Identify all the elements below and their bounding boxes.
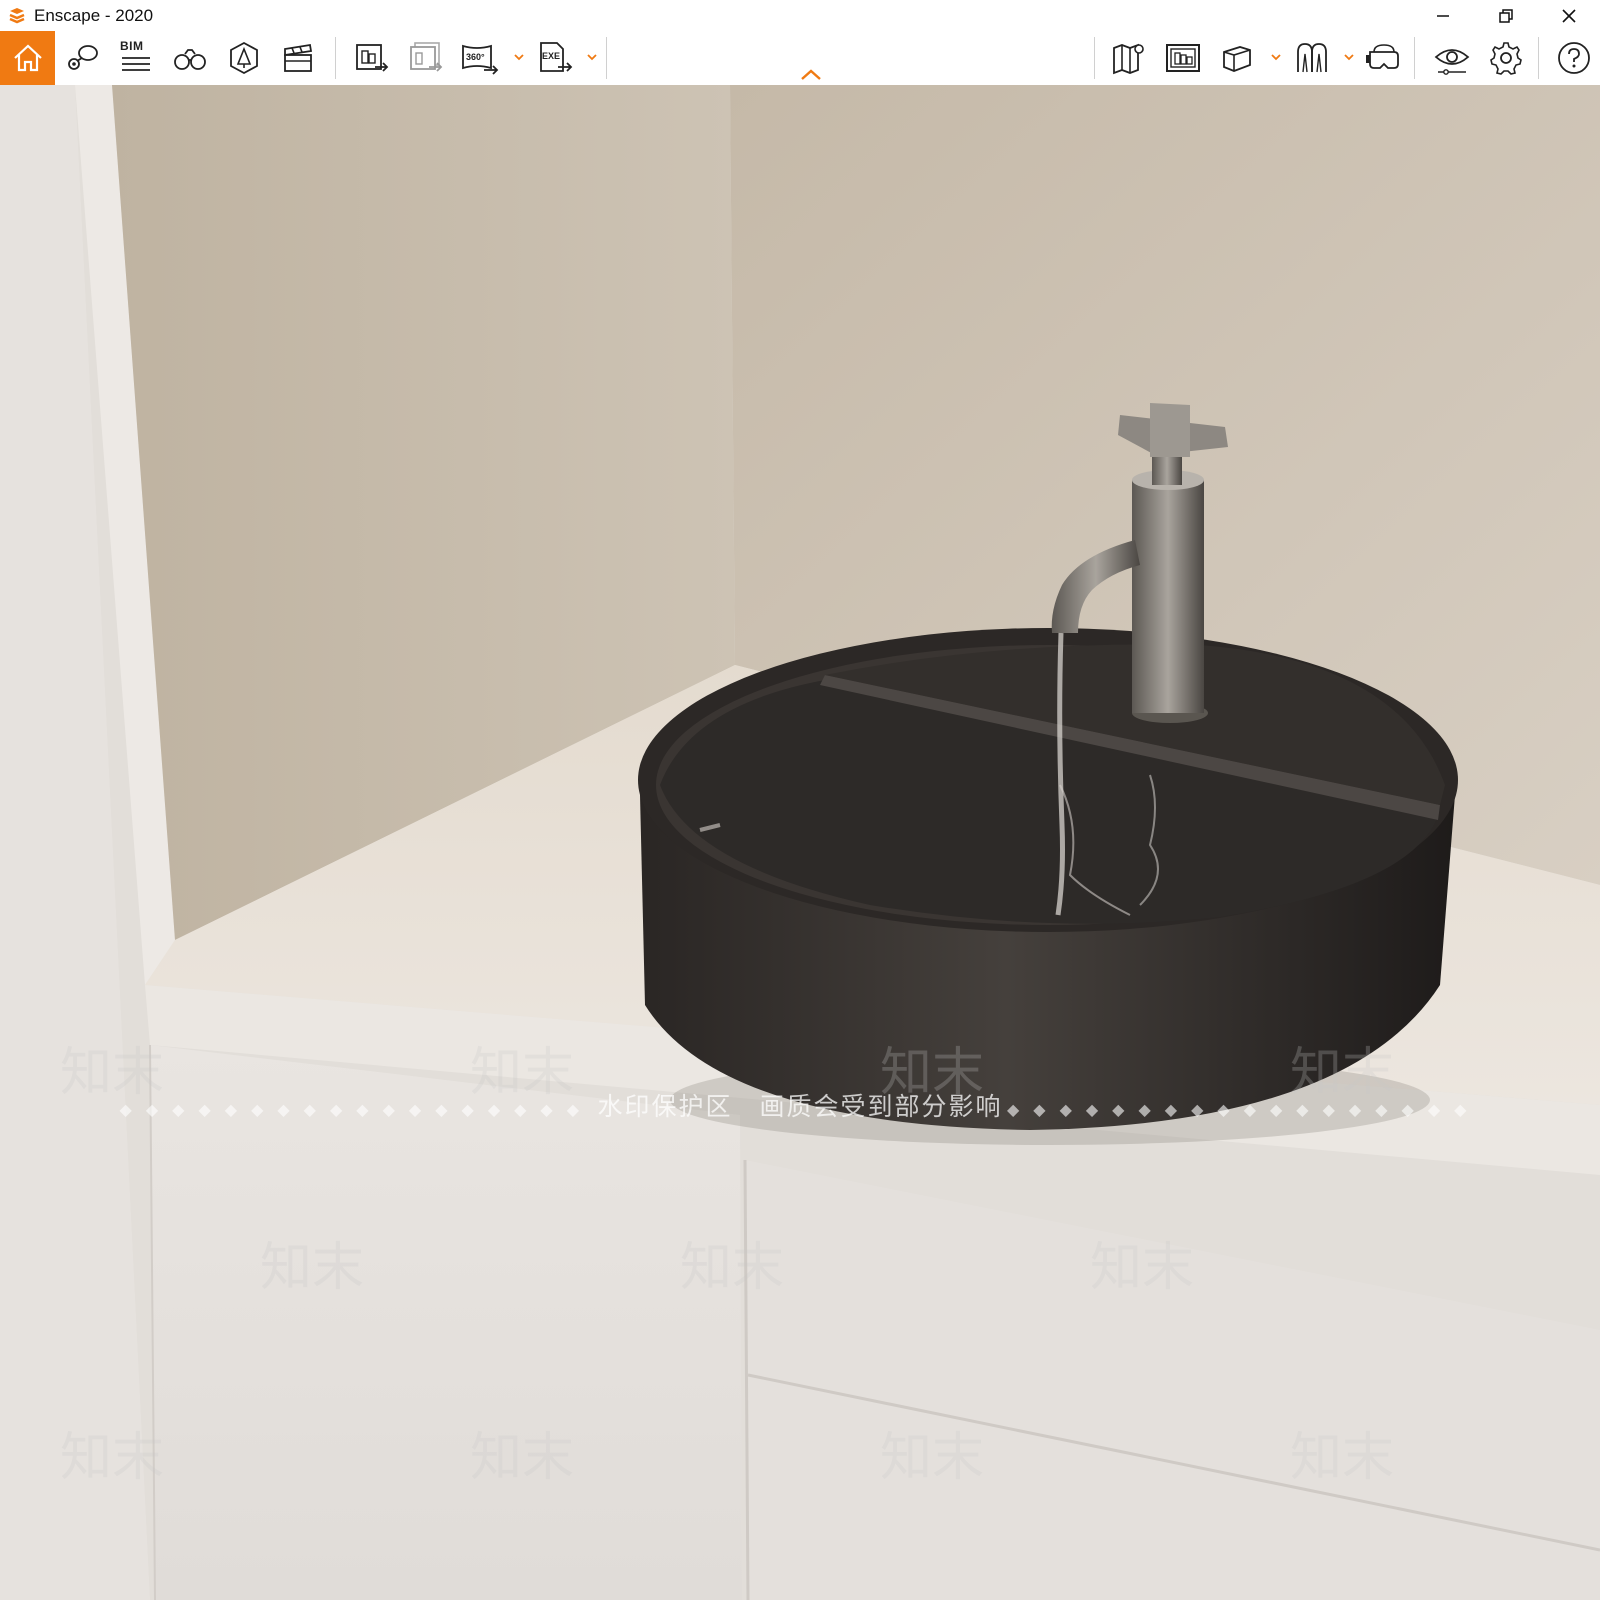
vr-headset-button[interactable] [1362,37,1406,79]
enscape-logo-icon [6,5,28,27]
watermark-brand: 知末 [1090,1238,1195,1298]
close-button[interactable] [1537,0,1600,31]
toolbar-separator [606,37,607,79]
screenshot-button[interactable] [350,37,394,79]
minimize-button[interactable] [1411,0,1474,31]
help-icon [1558,42,1590,74]
binoculars-button[interactable] [168,37,212,79]
toolbar-separator [335,37,336,79]
walk-icon [1297,43,1327,73]
binoculars-icon [174,49,206,70]
map-button[interactable] [1107,37,1151,79]
export-exe-icon: EXE [540,42,573,72]
gear-icon [1490,42,1522,75]
rendered-scene [0,85,1600,1600]
collapse-toolbar-chevron-icon[interactable] [800,66,822,82]
eye-settings-icon [1434,49,1470,75]
view-mode-button[interactable] [1215,37,1259,79]
home-button[interactable] [0,31,55,85]
minimap-icon [1166,44,1200,72]
window-title: Enscape - 2020 [34,5,154,25]
panorama-button[interactable]: 360° [458,37,502,79]
clapperboard-icon [284,43,313,72]
svg-text:360°: 360° [466,52,485,62]
render-viewport[interactable]: ◆◆◆◆◆◆◆◆◆◆◆◆◆◆◆◆◆◆ 水印保护区 画质会受到部分影响 ◆◆◆◆◆… [0,85,1600,1600]
walk-mode-dropdown-caret[interactable] [1342,49,1356,65]
minimap-button[interactable] [1161,37,1205,79]
cube-icon [1223,46,1251,72]
watermark-brand: 知末 [880,1043,985,1103]
watermark-brand: 知末 [880,1428,985,1488]
asset-library-icon [230,41,258,75]
export-exe-button[interactable]: EXE [534,37,578,79]
watermark-brand: 知末 [260,1238,365,1298]
watermark-brand: 知末 [1290,1428,1395,1488]
asset-library-button[interactable] [222,37,266,79]
view-mode-dropdown-caret[interactable] [1269,49,1283,65]
export-exe-dropdown-caret[interactable] [585,49,599,65]
watermark-brand: 知末 [60,1428,165,1488]
location-views-icon [68,45,98,70]
svg-text:EXE: EXE [542,51,560,61]
toolbar-separator [1094,37,1095,79]
bim-label: BIM [120,39,144,53]
panorama-360-icon: 360° [462,44,499,75]
watermark-brand: 知末 [470,1043,575,1103]
batch-render-button[interactable] [404,37,448,79]
settings-button[interactable] [1484,37,1528,79]
watermark-brand: 知末 [680,1238,785,1298]
watermark-brand: 知末 [470,1428,575,1488]
toolbar-separator [1538,37,1539,79]
title-bar: Enscape - 2020 [0,0,1600,31]
render-export-icon [356,44,389,72]
watermark-brand: 知末 [1290,1043,1395,1103]
map-icon [1113,43,1144,75]
walk-mode-button[interactable] [1290,37,1334,79]
home-icon [13,44,42,72]
views-button[interactable] [60,37,104,79]
watermark-brand: 知末 [60,1043,165,1103]
visual-settings-button[interactable] [1430,37,1474,79]
batch-render-icon [410,42,443,72]
vr-headset-icon [1366,44,1399,69]
panorama-dropdown-caret[interactable] [512,49,526,65]
help-button[interactable] [1552,37,1596,79]
restore-button[interactable] [1474,0,1537,31]
toolbar-separator [1414,37,1415,79]
video-editor-button[interactable] [276,37,320,79]
